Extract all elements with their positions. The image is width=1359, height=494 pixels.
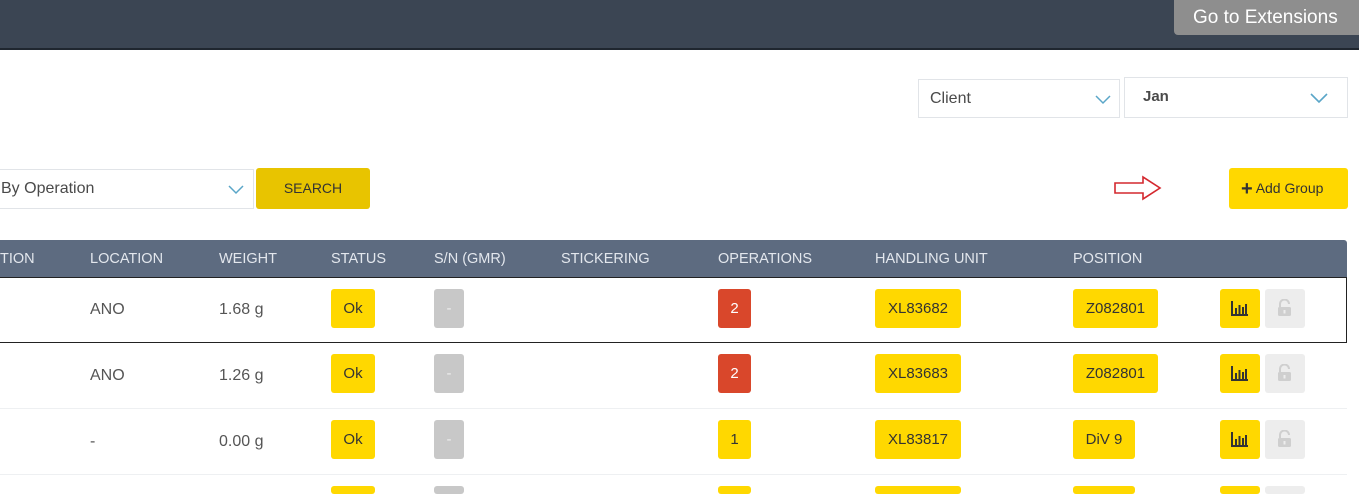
bar-chart-icon xyxy=(1231,432,1248,447)
operations-count-badge[interactable]: 2 xyxy=(718,289,751,328)
column-header-handling-unit[interactable]: HANDLING UNIT xyxy=(875,240,988,278)
table-row[interactable] xyxy=(0,475,1347,494)
table-header: TION LOCATION WEIGHT STATUS S/N (GMR) ST… xyxy=(0,240,1347,278)
weight-cell: 0.00 g xyxy=(219,433,264,450)
column-header-operations[interactable]: OPERATIONS xyxy=(718,240,812,278)
operations-count-badge[interactable] xyxy=(718,486,751,494)
table-row[interactable]: - 0.00 g Ok - 1 XL83817 DiV 9 xyxy=(0,409,1347,475)
table-row[interactable]: ANO 1.68 g Ok - 2 XL83682 Z082801 xyxy=(0,277,1347,343)
plus-icon: + xyxy=(1241,178,1253,200)
location-cell: - xyxy=(90,433,96,450)
bar-chart-icon xyxy=(1231,301,1248,316)
location-cell: ANO xyxy=(90,301,125,318)
chart-button[interactable] xyxy=(1220,289,1260,328)
unlock-icon xyxy=(1278,299,1291,316)
search-mode-value: By Operation xyxy=(1,180,95,197)
bar-chart-icon xyxy=(1231,366,1248,381)
operations-count-badge[interactable]: 1 xyxy=(718,420,751,459)
handling-unit-badge[interactable]: XL83682 xyxy=(875,289,961,328)
top-navbar: Go to Extensions xyxy=(0,0,1359,50)
handling-unit-badge[interactable]: XL83683 xyxy=(875,354,961,393)
go-to-extensions-button[interactable]: Go to Extensions xyxy=(1174,0,1359,35)
month-select[interactable]: Jan xyxy=(1124,77,1348,118)
operations-count-badge[interactable]: 2 xyxy=(718,354,751,393)
month-select-value: Jan xyxy=(1143,88,1169,105)
status-badge xyxy=(331,486,375,494)
column-header-weight[interactable]: WEIGHT xyxy=(219,240,277,278)
sn-badge: - xyxy=(434,289,464,328)
unlock-button[interactable] xyxy=(1265,420,1305,459)
chart-button[interactable] xyxy=(1220,354,1260,393)
location-cell: ANO xyxy=(90,367,125,384)
unlock-icon xyxy=(1278,430,1291,447)
chevron-down-icon xyxy=(228,185,244,195)
chart-button[interactable] xyxy=(1220,486,1260,494)
app-root: Go to Extensions Client Jan By Operation… xyxy=(0,0,1359,494)
column-header-stickering[interactable]: STICKERING xyxy=(561,240,650,278)
chevron-down-icon xyxy=(1310,93,1328,104)
sn-badge: - xyxy=(434,420,464,459)
column-header-location[interactable]: LOCATION xyxy=(90,240,163,278)
unlock-button[interactable] xyxy=(1265,486,1305,494)
search-button[interactable]: SEARCH xyxy=(256,168,370,209)
unlock-button[interactable] xyxy=(1265,289,1305,328)
arrow-right-outline-icon xyxy=(1114,175,1162,201)
unlock-button[interactable] xyxy=(1265,354,1305,393)
sn-badge xyxy=(434,486,464,494)
position-badge[interactable]: DiV 9 xyxy=(1073,420,1135,459)
weight-cell: 1.26 g xyxy=(219,367,264,384)
client-select[interactable]: Client xyxy=(918,79,1120,118)
status-badge: Ok xyxy=(331,420,375,459)
column-header-sn[interactable]: S/N (GMR) xyxy=(434,240,506,278)
unlock-icon xyxy=(1278,364,1291,381)
search-mode-select[interactable]: By Operation xyxy=(0,169,254,209)
client-select-value: Client xyxy=(930,90,971,107)
handling-unit-badge[interactable] xyxy=(875,486,961,494)
column-header-status[interactable]: STATUS xyxy=(331,240,386,278)
chart-button[interactable] xyxy=(1220,420,1260,459)
add-group-label: Add Group xyxy=(1255,180,1324,196)
weight-cell: 1.68 g xyxy=(219,301,264,318)
add-group-button[interactable]: + Add Group xyxy=(1229,168,1348,209)
column-header: TION xyxy=(0,251,35,267)
status-badge: Ok xyxy=(331,289,375,328)
position-badge[interactable]: Z082801 xyxy=(1073,289,1158,328)
status-badge: Ok xyxy=(331,354,375,393)
sn-badge: - xyxy=(434,354,464,393)
column-header-position[interactable]: POSITION xyxy=(1073,240,1142,278)
chevron-down-icon xyxy=(1095,95,1111,105)
position-badge[interactable] xyxy=(1073,486,1135,494)
position-badge[interactable]: Z082801 xyxy=(1073,354,1158,393)
handling-unit-badge[interactable]: XL83817 xyxy=(875,420,961,459)
table-row[interactable]: ANO 1.26 g Ok - 2 XL83683 Z082801 xyxy=(0,343,1347,409)
